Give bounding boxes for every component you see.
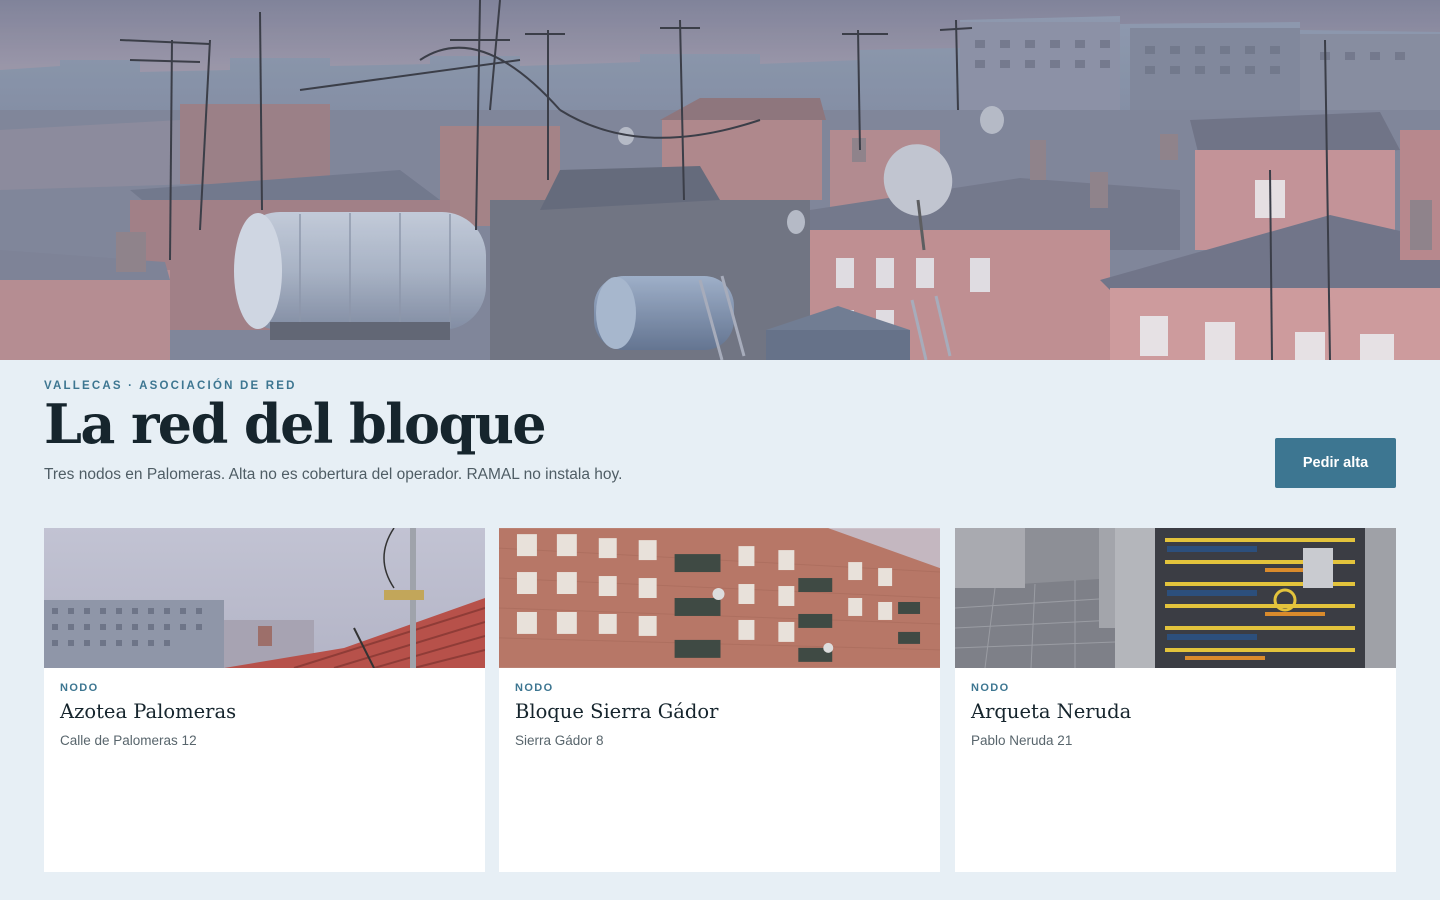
brick-building-photo [499, 528, 940, 668]
node-kicker: NODO [971, 682, 1010, 694]
node-name: Bloque Sierra Gádor [515, 700, 719, 723]
node-kicker: NODO [515, 682, 554, 694]
page-header: VALLECAS · ASOCIACIÓN DE RED La red del … [44, 380, 1396, 500]
rooftops-photo [0, 0, 1440, 360]
node-card-list: NODO Azotea Palomeras Calle de Palomeras… [44, 528, 1396, 872]
node-card-bloque-sierra-gador[interactable]: NODO Bloque Sierra Gádor Sierra Gádor 8 [499, 528, 940, 872]
hero-image [0, 0, 1440, 360]
node-address: Sierra Gádor 8 [515, 733, 604, 748]
node-address: Pablo Neruda 21 [971, 733, 1073, 748]
node-name: Azotea Palomeras [60, 700, 237, 723]
node-kicker: NODO [60, 682, 99, 694]
node-card-arqueta-neruda[interactable]: NODO Arqueta Neruda Pablo Neruda 21 [955, 528, 1396, 872]
page-title: La red del bloque [44, 392, 547, 456]
rooftop-antenna-photo [44, 528, 485, 668]
page-subtitle: Tres nodos en Palomeras. Alta no es cobe… [44, 466, 623, 483]
request-signup-button[interactable]: Pedir alta [1275, 438, 1396, 488]
node-address: Calle de Palomeras 12 [60, 733, 197, 748]
node-name: Arqueta Neruda [971, 700, 1132, 723]
node-card-azotea-palomeras[interactable]: NODO Azotea Palomeras Calle de Palomeras… [44, 528, 485, 872]
fiber-cabinet-photo [955, 528, 1396, 668]
eyebrow-label: VALLECAS · ASOCIACIÓN DE RED [44, 380, 297, 392]
